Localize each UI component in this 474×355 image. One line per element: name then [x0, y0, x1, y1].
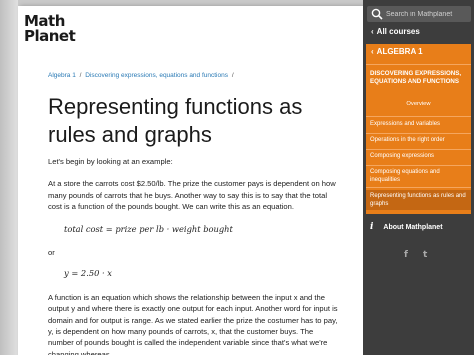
all-courses-label: All courses	[376, 27, 420, 36]
topic-composing-equations[interactable]: Composing equations and inequalities	[366, 168, 471, 184]
shelf-edge	[0, 0, 18, 355]
function-paragraph: A function is an equation which shows th…	[48, 292, 338, 355]
sidebar: ‹All courses ‹ALGEBRA 1 DISCOVERING EXPR…	[363, 0, 474, 355]
chevron-left-icon: ‹	[371, 47, 374, 56]
course-label: ALGEBRA 1	[376, 47, 423, 56]
topic-composing-expressions[interactable]: Composing expressions	[366, 152, 471, 160]
breadcrumb: Algebra 1 / Discovering expressions, equ…	[48, 72, 358, 79]
search-icon	[371, 8, 383, 20]
course-menu: ‹ ALGEBRA 1 DISCOVERING EXPRESSIONS, EQUA…	[366, 44, 471, 214]
or-text: or	[48, 248, 55, 258]
info-icon: i	[370, 222, 374, 232]
about-label: About Mathplanet	[383, 223, 443, 231]
overview-link[interactable]: Overview	[366, 101, 471, 107]
intro-paragraph: Let's begin by looking at an example:	[48, 157, 173, 166]
course-title[interactable]: ‹ ALGEBRA 1	[371, 47, 423, 56]
facebook-icon[interactable]: f	[404, 250, 408, 260]
page-sheet: Math Planet Algebra 1 / Discovering expr…	[18, 6, 363, 355]
search-box[interactable]	[367, 6, 471, 22]
breadcrumb-separator: /	[231, 72, 234, 79]
formula-y: y = 2.50 · x	[64, 268, 112, 279]
menu-divider	[366, 165, 471, 166]
twitter-icon[interactable]: t	[423, 250, 427, 260]
menu-divider	[366, 116, 471, 117]
page-title: Representing functions as rules and grap…	[48, 94, 303, 147]
formula-total-cost: total cost = prize per lb · weight bough…	[64, 223, 233, 234]
section-title[interactable]: DISCOVERING EXPRESSIONS, EQUATIONS AND F…	[370, 70, 468, 86]
all-courses-link[interactable]: ‹ All courses	[371, 27, 420, 36]
chevron-left-icon: ‹	[371, 27, 374, 36]
topic-representing-functions[interactable]: Representing functions as rules and grap…	[366, 190, 471, 210]
menu-divider	[366, 64, 471, 65]
topic-operations-right-order[interactable]: Operations in the right order	[366, 136, 471, 144]
menu-divider	[366, 149, 471, 150]
article-body: Let's begin by looking at an example: At…	[48, 156, 338, 355]
logo-line-2: Planet	[24, 27, 76, 45]
breadcrumb-algebra-1[interactable]: Algebra 1	[48, 72, 76, 79]
menu-divider	[366, 133, 471, 134]
carrot-paragraph: At a store the carrots cost $2.50/lb. Th…	[48, 179, 336, 212]
breadcrumb-discovering[interactable]: Discovering expressions, equations and f…	[85, 72, 228, 79]
about-link[interactable]: i About Mathplanet	[370, 222, 443, 232]
breadcrumb-separator: /	[79, 72, 82, 79]
topic-expressions-and-variables[interactable]: Expressions and variables	[366, 120, 471, 128]
mathplanet-logo[interactable]: Math Planet	[24, 14, 76, 50]
search-input[interactable]	[386, 10, 470, 18]
menu-divider	[366, 187, 471, 188]
